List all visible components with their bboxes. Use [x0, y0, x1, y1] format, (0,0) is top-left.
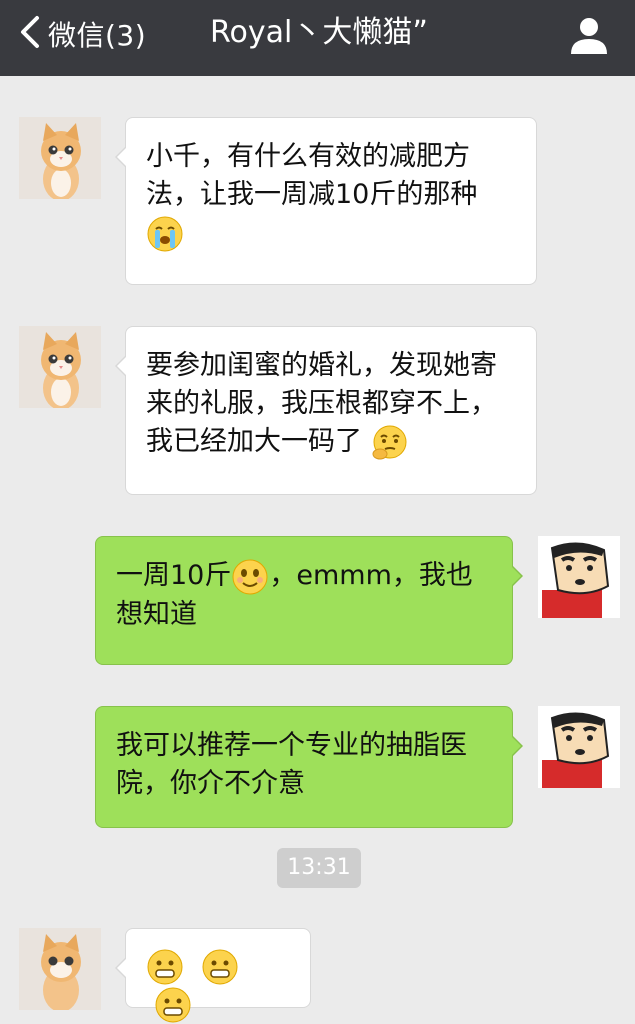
message-text: 要参加闺蜜的婚礼，发现她寄来的礼服，我压根都穿不上，我已经加大一码了: [146, 350, 497, 457]
back-button[interactable]: 微信(3): [18, 14, 146, 54]
message-bubble-outgoing[interactable]: 一周10斤 ，emmm，我也想知道: [95, 536, 523, 665]
timestamp-badge: 13:31: [277, 848, 361, 888]
chevron-left-icon: [18, 14, 42, 54]
grimacing-face-emoji: [201, 948, 239, 986]
cat-avatar[interactable]: [19, 928, 101, 1010]
thinking-face-emoji: [371, 424, 409, 462]
cartoon-boy-avatar[interactable]: [538, 536, 620, 618]
chat-title: Royal丶大懒猫”: [210, 15, 428, 50]
cat-avatar[interactable]: [19, 117, 101, 199]
chat-header: 微信(3) Royal丶大懒猫”: [0, 0, 635, 76]
message-bubble-incoming[interactable]: 小千，有什么有效的减肥方法，让我一周减10斤的那种: [115, 117, 537, 285]
message-bubble-incoming[interactable]: [115, 928, 311, 1023]
grimacing-face-emoji: [146, 948, 184, 986]
cartoon-boy-avatar[interactable]: [538, 706, 620, 788]
smiling-face-emoji: [231, 558, 269, 596]
grimacing-face-emoji: [154, 986, 192, 1024]
crying-face-emoji: [146, 215, 184, 253]
profile-icon[interactable]: [568, 14, 610, 56]
back-label: 微信(3): [48, 19, 147, 52]
cat-avatar[interactable]: [19, 326, 101, 408]
message-text: 小千，有什么有效的减肥方法，让我一周减10斤的那种: [146, 141, 478, 210]
message-text: 一周10斤: [116, 560, 232, 591]
message-bubble-outgoing[interactable]: 我可以推荐一个专业的抽脂医院，你介不介意: [95, 706, 523, 828]
message-bubble-incoming[interactable]: 要参加闺蜜的婚礼，发现她寄来的礼服，我压根都穿不上，我已经加大一码了: [115, 326, 537, 495]
message-text: 我可以推荐一个专业的抽脂医院，你介不介意: [116, 730, 467, 799]
